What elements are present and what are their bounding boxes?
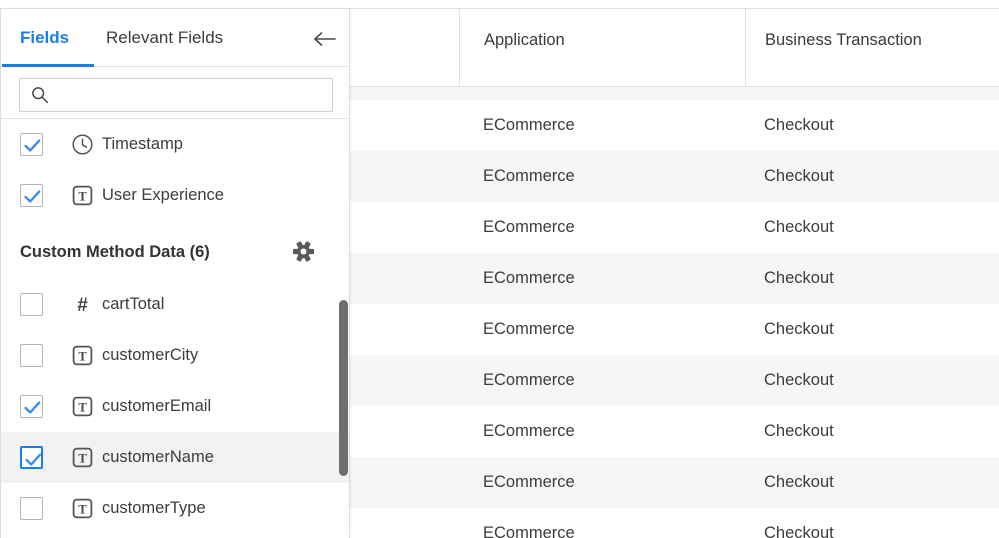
- table-cell-application: ECommerce: [483, 371, 575, 389]
- field-row-customeremail[interactable]: TcustomerEmail: [1, 381, 349, 432]
- tab-fields[interactable]: Fields: [20, 9, 69, 66]
- table-cell-business-transaction: Checkout: [764, 473, 834, 491]
- table-cell-application: ECommerce: [483, 422, 575, 440]
- field-label: customerCity: [102, 346, 199, 364]
- column-header-application[interactable]: Application: [459, 9, 745, 87]
- field-label: cartTotal: [102, 295, 165, 313]
- svg-text:T: T: [78, 451, 87, 465]
- fields-list-scrollbar[interactable]: [339, 300, 348, 476]
- table-cell-application: ECommerce: [483, 167, 575, 185]
- table-cell-business-transaction: Checkout: [764, 167, 834, 185]
- column-header-business-transaction[interactable]: Business Transaction: [745, 9, 999, 87]
- arrow-left-icon[interactable]: [312, 28, 338, 50]
- search-input[interactable]: [19, 78, 333, 112]
- field-checkbox[interactable]: [20, 446, 43, 469]
- field-checkbox[interactable]: [20, 497, 43, 520]
- text-type-icon: T: [71, 446, 94, 469]
- svg-text:T: T: [78, 349, 87, 363]
- table-cell-application: ECommerce: [483, 524, 575, 538]
- section-header-custom-method-data: Custom Method Data (6): [1, 221, 349, 279]
- field-row-timestamp[interactable]: Timestamp: [1, 119, 349, 170]
- table-cell-application: ECommerce: [483, 116, 575, 134]
- active-tab-indicator: [2, 64, 94, 67]
- table-cell-business-transaction: Checkout: [764, 269, 834, 287]
- text-type-icon: T: [71, 395, 94, 418]
- svg-text:T: T: [78, 189, 87, 203]
- table-cell-application: ECommerce: [483, 269, 575, 287]
- field-row-carttotal[interactable]: # cartTotal: [1, 279, 349, 330]
- section-title: Custom Method Data (6): [20, 243, 210, 261]
- svg-text:T: T: [78, 400, 87, 414]
- field-label: customerName: [102, 448, 214, 466]
- table-cell-application: ECommerce: [483, 218, 575, 236]
- table-cell-business-transaction: Checkout: [764, 524, 834, 538]
- field-label: Timestamp: [102, 135, 183, 153]
- clock-icon: [71, 133, 94, 156]
- table-cell-business-transaction: Checkout: [764, 371, 834, 389]
- table-cell-business-transaction: Checkout: [764, 320, 834, 338]
- field-picker-screen: rience Application Business Transaction …: [0, 0, 999, 538]
- field-row-user experience[interactable]: T User Experience: [1, 170, 349, 221]
- field-checkbox[interactable]: [20, 133, 43, 156]
- field-checkbox[interactable]: [20, 344, 43, 367]
- text-type-icon: T: [71, 344, 94, 367]
- field-checkbox[interactable]: [20, 184, 43, 207]
- text-type-icon: T: [71, 184, 94, 207]
- table-cell-business-transaction: Checkout: [764, 218, 834, 236]
- table-cell-application: ECommerce: [483, 473, 575, 491]
- panel-tabs: Fields Relevant Fields: [1, 9, 349, 67]
- fields-panel: Fields Relevant Fields Timestamp T User Ex: [0, 8, 350, 538]
- field-row-partial-5[interactable]: T: [1, 534, 349, 538]
- fields-list[interactable]: Timestamp T User Experience Custom Method D…: [1, 118, 349, 538]
- field-row-customername[interactable]: TcustomerName: [1, 432, 349, 483]
- svg-text:T: T: [78, 502, 87, 516]
- gear-icon[interactable]: [292, 241, 315, 262]
- table-cell-business-transaction: Checkout: [764, 422, 834, 440]
- tab-relevant-fields[interactable]: Relevant Fields: [106, 9, 223, 66]
- number-type-icon: #: [71, 293, 94, 316]
- field-label: User Experience: [102, 186, 224, 204]
- field-row-customertype[interactable]: TcustomerType: [1, 483, 349, 534]
- table-cell-application: ECommerce: [483, 320, 575, 338]
- table-cell-business-transaction: Checkout: [764, 116, 834, 134]
- field-row-customercity[interactable]: TcustomerCity: [1, 330, 349, 381]
- field-checkbox[interactable]: [20, 395, 43, 418]
- search-container: [19, 78, 333, 112]
- field-label: customerEmail: [102, 397, 212, 415]
- text-type-icon: T: [71, 497, 94, 520]
- svg-text:#: #: [77, 295, 88, 316]
- field-label: customerType: [102, 499, 206, 517]
- field-checkbox[interactable]: [20, 293, 43, 316]
